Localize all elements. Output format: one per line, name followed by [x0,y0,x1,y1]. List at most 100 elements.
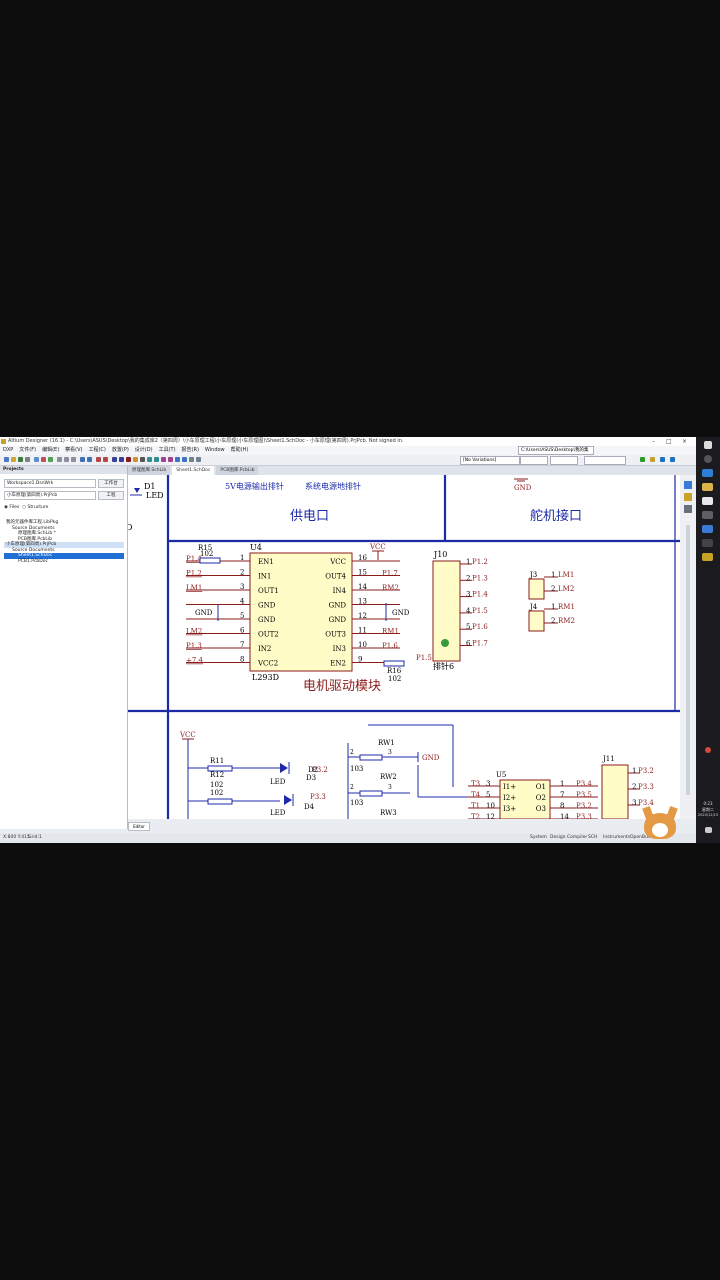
close-icon[interactable]: × [682,437,687,446]
variations-dropdown[interactable]: [No Variations] [460,456,520,465]
no-erc-icon[interactable] [161,457,166,462]
open-icon[interactable] [11,457,16,462]
edge-icon[interactable] [702,469,713,477]
menu-item-2[interactable]: 编辑(E) [42,447,59,453]
tree-item-pcbdoc[interactable]: PCB1.PcbDoc [4,559,124,565]
move-icon[interactable] [87,457,92,462]
power-port-icon[interactable] [133,457,138,462]
path-field[interactable]: C:\Users\ASUS\Desktop\我的集 [518,446,594,455]
zoom-out-icon[interactable] [41,457,46,462]
menu-item-8[interactable]: 报告(R) [182,447,199,453]
net-label-icon[interactable] [126,457,131,462]
copy-icon[interactable] [64,457,69,462]
d2-led[interactable]: D2 P3.2 LED D3 [270,762,328,786]
j4-connector[interactable]: J4 1 RM12 RM2 [528,603,575,632]
j10-header[interactable]: J10 排针6 1 P1.22 P1.3 3 P1.44 P1.55 P1.6 6 P1.7 [432,550,488,671]
cut-icon[interactable] [57,457,62,462]
minimize-icon[interactable]: – [652,437,655,446]
status-design-compiler[interactable]: Design Compiler [550,833,587,843]
forward-icon[interactable] [670,457,675,462]
notify-icon[interactable] [705,747,711,753]
part-icon[interactable] [140,457,145,462]
maximize-icon[interactable]: □ [666,437,672,446]
schematic-svg: D1 LED D 5V电源输出排针 系统电源地排针 供电口 舵机接口 GND U… [126,475,680,821]
r15-resistor[interactable]: R15 102 [198,544,221,564]
select-icon[interactable] [80,457,85,462]
u5-comparator[interactable]: U5 T3 3 I1+ T4 5 I2+ T1 10 I3+ T2 12 O1 1 P3.4 O2 7 P3.5… [468,771,598,821]
project-button[interactable]: 工程 [98,491,124,500]
fit-icon[interactable] [48,457,53,462]
windows-start-icon[interactable] [704,441,712,449]
app-icon-4[interactable] [702,539,713,547]
compile-icon[interactable] [640,457,645,462]
vertical-scrollbar[interactable] [686,525,690,795]
r16-resistor[interactable]: R16 102 P1.5 [383,654,432,683]
menu-item-10[interactable]: 帮助(H) [231,447,249,453]
explorer-icon[interactable] [702,483,713,491]
rw2-pot[interactable]: RW2 2 3 103 RW3 [348,773,410,817]
menu-item-7[interactable]: 工具(T) [159,447,176,453]
line-icon[interactable] [175,457,180,462]
menu-item-9[interactable]: Window [205,447,225,453]
zoom-icon[interactable] [34,457,39,462]
menu-item-5[interactable]: 放置(P) [112,447,129,453]
home-icon[interactable] [650,457,655,462]
paste-icon[interactable] [71,457,76,462]
wire-icon[interactable] [112,457,117,462]
menu-item-3[interactable]: 察看(V) [65,447,82,453]
d2-net: P3.2 [312,766,328,774]
status-instruments[interactable]: Instruments [603,833,630,843]
workspace-button[interactable]: 工作台 [98,479,124,488]
tab-sheet1[interactable]: Sheet1.SchDoc [172,466,215,475]
clipboard-icon[interactable] [684,505,692,513]
status-system[interactable]: System [530,833,547,843]
layer-field[interactable] [550,456,578,465]
align-icon[interactable] [189,457,194,462]
schematic-canvas[interactable]: D1 LED D 5V电源输出排针 系统电源地排针 供电口 舵机接口 GND U… [126,475,680,821]
search-icon[interactable] [704,455,712,463]
menu-item-1[interactable]: 文件(F) [19,447,36,453]
workspace-field[interactable]: Workspace1.DsnWrk [4,479,96,488]
rw1-ref: RW1 [378,739,395,747]
undo-icon[interactable] [96,457,101,462]
port-icon[interactable] [154,457,159,462]
menu-item-6[interactable]: 设计(D) [135,447,153,453]
j10-net-label: P1.6 [472,623,488,631]
menu-item-0[interactable]: DXP [3,447,13,453]
app-icon-3[interactable] [702,525,713,533]
redo-icon[interactable] [103,457,108,462]
bus-icon[interactable] [119,457,124,462]
editor-tab[interactable]: Editor [128,822,150,831]
rectangle-icon[interactable] [182,457,187,462]
action-center-icon[interactable] [705,827,712,833]
new-icon[interactable] [4,457,9,462]
tab-pcblib[interactable]: PCB图库.PcbLib [216,466,259,475]
tab-schlib[interactable]: 原理图库.SchLib [128,466,171,475]
status-sch[interactable]: SCH [588,833,597,843]
r11-resistor[interactable]: R11 102 [188,757,280,789]
back-icon[interactable] [660,457,665,462]
altium-taskbar-icon[interactable] [702,553,713,561]
properties-icon[interactable] [684,481,692,489]
d1-ref: D1 [144,482,156,491]
app-icon-1[interactable] [702,497,713,505]
rw1-pot[interactable]: RW1 2 3 103 GND [348,739,440,773]
j3-connector[interactable]: J3 1 LM12 LM2 [528,571,574,600]
grid-icon[interactable] [196,457,201,462]
app-icon-2[interactable] [702,511,713,519]
save-icon[interactable] [18,457,23,462]
menu-item-4[interactable]: 工程(C) [88,447,105,453]
project-field[interactable]: 小车原理(第四周).PrjPcb [4,491,96,500]
d4-led[interactable]: P3.3 D4 LED [270,793,326,817]
sheet-symbol-icon[interactable] [147,457,152,462]
u4-pin-num: 16 [358,554,367,562]
search-field[interactable] [584,456,626,465]
u5-pin-num: 7 [560,791,564,799]
filter-field[interactable] [520,456,548,465]
d1-led[interactable]: D1 LED [130,482,164,500]
text-frame-icon[interactable] [168,457,173,462]
print-icon[interactable] [25,457,30,462]
u4-l293d[interactable]: U4 L293D 1 EN1P1.42 IN1P1.23 OUT1LM14 GND5 GN… [186,543,410,682]
r12-resistor[interactable]: R12 102 [188,771,280,805]
libraries-icon[interactable] [684,493,692,501]
